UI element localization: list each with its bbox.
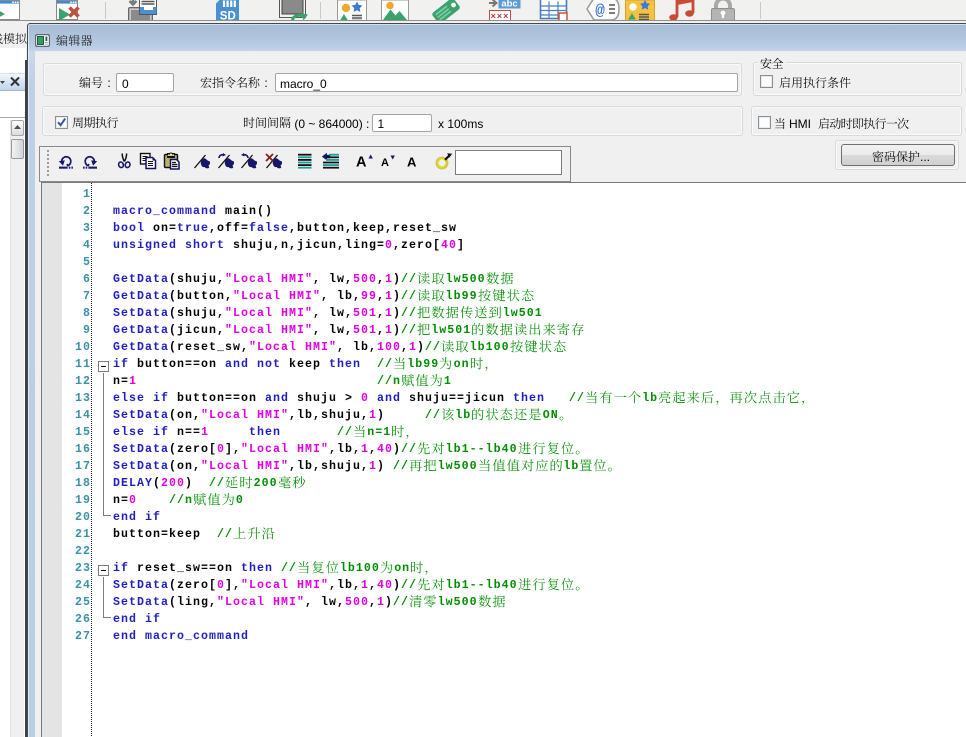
svg-text:A: A (407, 155, 417, 170)
svg-text:A: A (356, 155, 367, 171)
svg-text:SD: SD (220, 11, 236, 22)
svg-text:×××: ××× (491, 11, 510, 21)
svg-text:abc: abc (501, 0, 517, 10)
svg-text:A: A (381, 157, 389, 169)
svg-text:@: @ (595, 2, 605, 20)
